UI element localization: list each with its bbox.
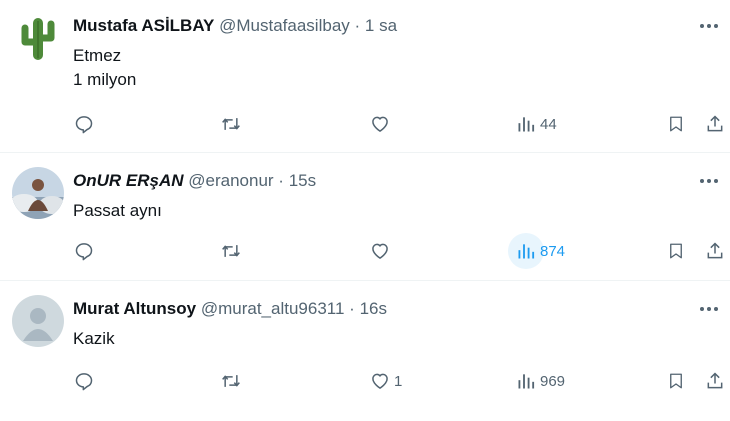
reply-button[interactable] [66, 233, 102, 269]
bookmark-icon [658, 233, 694, 269]
timestamp[interactable]: 16s [360, 299, 387, 318]
separator: · [354, 16, 361, 35]
tweet-text-line: 1 milyon [73, 70, 137, 89]
avatar-photo[interactable] [12, 167, 64, 219]
views-count: 874 [540, 242, 566, 260]
more-icon[interactable] [694, 14, 724, 38]
reply-icon [66, 106, 102, 142]
tweet-3[interactable]: Murat Altunsoy @murat_altu96311 · 16s Ka… [0, 280, 730, 421]
avatar-default[interactable] [12, 295, 64, 347]
user-handle[interactable]: @Mustafaasilbay [219, 16, 350, 35]
share-button[interactable] [697, 363, 730, 399]
tweet-1[interactable]: Mustafa ASİLBAY @Mustafaasilbay · 1 sa E… [0, 0, 730, 152]
share-icon [697, 106, 730, 142]
reply-button[interactable] [66, 363, 102, 399]
like-button[interactable] [362, 233, 394, 269]
like-icon [362, 233, 398, 269]
action-bar: 1 969 [0, 363, 730, 399]
reply-button[interactable] [66, 106, 102, 142]
more-icon[interactable] [694, 297, 724, 321]
bookmark-button[interactable] [658, 106, 694, 142]
more-icon[interactable] [694, 169, 724, 193]
action-bar: 44 [0, 106, 730, 142]
share-icon [697, 233, 730, 269]
retweet-icon [213, 363, 249, 399]
retweet-icon [213, 233, 249, 269]
like-icon [362, 363, 398, 399]
user-handle[interactable]: @murat_altu96311 [201, 299, 345, 318]
views-count: 44 [540, 115, 557, 133]
views-button[interactable]: 969 [508, 363, 565, 399]
tweet-text-line: Etmez [73, 46, 122, 65]
tweet-text: Etmez 1 milyon [73, 44, 136, 92]
views-icon [508, 106, 544, 142]
views-icon [508, 233, 544, 269]
share-button[interactable] [697, 233, 730, 269]
tweet-text-line: Kazik [73, 329, 115, 348]
tweet-2[interactable]: OnUR ERşAN @eranonur · 15s Passat aynı 8… [0, 152, 730, 281]
tweet-header: Mustafa ASİLBAY @Mustafaasilbay · 1 sa [73, 14, 397, 38]
separator: · [349, 299, 355, 318]
bookmark-icon [658, 106, 694, 142]
action-bar: 874 [0, 233, 730, 269]
views-icon [508, 363, 544, 399]
retweet-button[interactable] [213, 363, 249, 399]
like-button[interactable] [362, 106, 394, 142]
views-button[interactable]: 44 [508, 106, 557, 142]
display-name[interactable]: OnUR ERşAN [73, 171, 184, 190]
tweet-text: Passat aynı [73, 199, 162, 223]
like-button[interactable]: 1 [362, 363, 402, 399]
reply-icon [66, 233, 102, 269]
user-handle[interactable]: @eranonur [188, 171, 273, 190]
views-button[interactable]: 874 [508, 233, 565, 269]
retweet-icon [213, 106, 249, 142]
tweet-header: Murat Altunsoy @murat_altu96311 · 16s [73, 297, 387, 321]
bookmark-button[interactable] [658, 233, 694, 269]
display-name[interactable]: Mustafa ASİLBAY [73, 16, 214, 35]
retweet-button[interactable] [213, 233, 249, 269]
timestamp[interactable]: 1 sa [365, 16, 397, 35]
timestamp[interactable]: 15s [289, 171, 316, 190]
share-button[interactable] [697, 106, 730, 142]
views-count: 969 [540, 372, 566, 390]
retweet-button[interactable] [213, 106, 249, 142]
bookmark-icon [658, 363, 694, 399]
share-icon [697, 363, 730, 399]
tweet-text-line: Passat aynı [73, 201, 162, 220]
like-icon [362, 106, 398, 142]
separator: · [278, 171, 284, 190]
display-name[interactable]: Murat Altunsoy [73, 299, 196, 318]
reply-icon [66, 363, 102, 399]
tweet-header: OnUR ERşAN @eranonur · 15s [73, 169, 316, 193]
bookmark-button[interactable] [658, 363, 694, 399]
like-count: 1 [394, 372, 403, 390]
avatar-cactus[interactable] [12, 12, 64, 64]
tweet-text: Kazik [73, 327, 115, 351]
